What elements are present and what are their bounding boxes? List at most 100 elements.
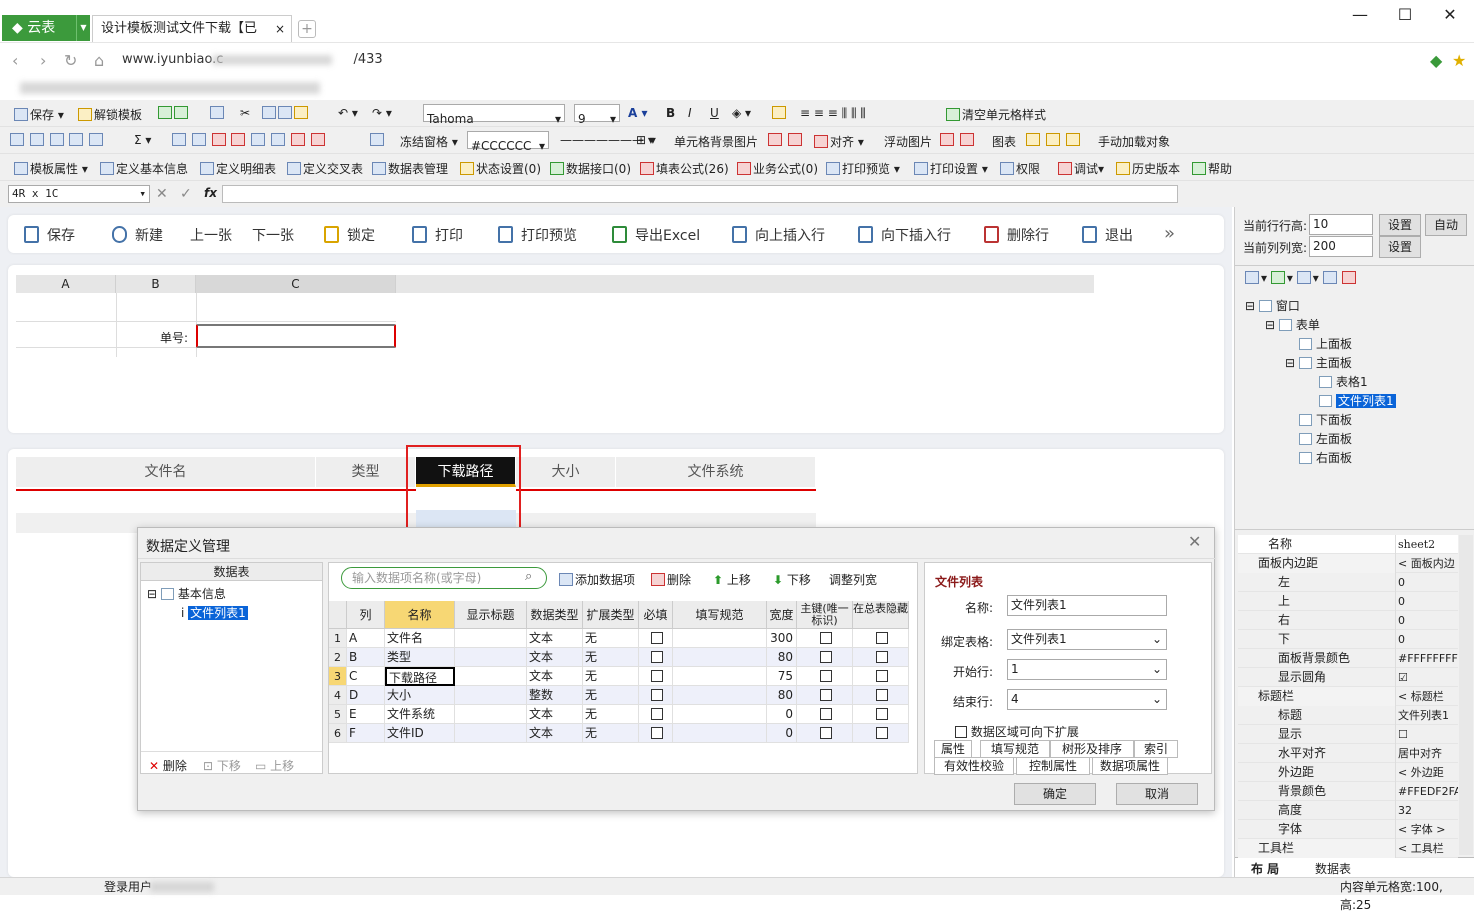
layout-tool-icons[interactable]: ▾ ▾ ▾ <box>1245 271 1358 285</box>
checkbox[interactable] <box>875 632 888 644</box>
order-number-input[interactable] <box>196 324 396 348</box>
col-header-b[interactable]: B <box>116 275 196 293</box>
function-icon[interactable]: fx <box>204 186 217 200</box>
grid-header-cell[interactable]: 在总表隐藏 <box>853 601 909 629</box>
redo-icon[interactable]: ↷ ▾ <box>372 106 392 120</box>
define-cross-button[interactable]: 定义交叉表 <box>287 160 363 177</box>
add-item-button[interactable]: 添加数据项 <box>559 571 635 588</box>
file-name-header[interactable]: 文件名 <box>16 457 316 487</box>
business-formula-button[interactable]: 业务公式(0) <box>737 160 818 177</box>
property-value[interactable]: < 面板内边 <box>1398 554 1458 573</box>
manual-load-button[interactable]: 手动加载对象 <box>1098 133 1170 150</box>
grid-cell[interactable]: 300 <box>767 629 797 648</box>
property-value[interactable]: ☐ <box>1398 725 1458 744</box>
grid-cell[interactable] <box>639 724 673 743</box>
grid-cell[interactable]: 类型 <box>385 648 455 667</box>
italic-icon[interactable]: I <box>688 106 692 120</box>
grid-cell[interactable] <box>797 705 853 724</box>
bind-table-select[interactable]: 文件列表1 ⌄ <box>1007 629 1167 650</box>
template-props-button[interactable]: 模板属性 ▾ <box>14 160 88 177</box>
auto-button[interactable]: 自动 <box>1425 214 1467 236</box>
property-tab[interactable]: 属性 <box>934 740 972 758</box>
tree-item-top-panel[interactable]: 上面板 <box>1299 335 1352 352</box>
grid-cell[interactable]: 无 <box>583 667 639 686</box>
insert-row-above-button[interactable]: 向上插入行 <box>732 225 825 245</box>
font-size-select[interactable]: 9 ▾ <box>574 104 620 126</box>
col-header-a[interactable]: A <box>16 275 116 293</box>
row-height-input[interactable]: 10 <box>1309 214 1373 235</box>
tree-basic-info[interactable]: ⊟ 基本信息 <box>147 585 226 602</box>
grid-cell[interactable]: 文件ID <box>385 724 455 743</box>
insert-row-below-button[interactable]: 向下插入行 <box>858 225 951 245</box>
chevron-down-icon[interactable]: ▼ <box>76 15 90 41</box>
checkbox[interactable] <box>875 708 888 720</box>
grid-cell[interactable]: F <box>347 724 385 743</box>
unlock-template-button[interactable]: 解锁模板 <box>78 106 142 123</box>
home-icon[interactable]: ⌂ <box>94 51 104 70</box>
define-detail-button[interactable]: 定义明细表 <box>200 160 276 177</box>
font-color-icon[interactable]: A ▾ <box>628 106 648 120</box>
property-row[interactable]: 面板内边距 < 面板内边 <box>1238 554 1458 573</box>
property-row[interactable]: 下0 <box>1238 630 1458 649</box>
grid-cell[interactable]: 无 <box>583 648 639 667</box>
reload-icon[interactable]: ↻ <box>64 51 77 70</box>
property-tab[interactable]: 数据项属性 <box>1092 757 1168 775</box>
grid-cell[interactable]: 文本 <box>527 724 583 743</box>
float-image-button[interactable]: 浮动图片 <box>884 133 932 150</box>
grid-cell[interactable]: 2 <box>329 648 347 667</box>
cell-reference[interactable]: 4R x 1C ▾ <box>8 185 150 203</box>
grid-cell[interactable] <box>797 648 853 667</box>
scrollbar[interactable] <box>1459 535 1473 855</box>
brand-button[interactable]: ◆ 云表 ▼ <box>2 15 90 41</box>
tree-item-main-panel[interactable]: ⊟ 主面板 <box>1285 354 1352 371</box>
grid-header-cell[interactable]: 列 <box>347 601 385 629</box>
set-row-height-button[interactable]: 设置 <box>1379 214 1421 236</box>
size-header[interactable]: 大小 <box>516 457 616 487</box>
maximize-icon[interactable]: ☐ <box>1385 4 1425 26</box>
property-value[interactable]: < 工具栏 <box>1398 839 1458 858</box>
grid-cell[interactable] <box>639 648 673 667</box>
property-row[interactable]: 外边距 < 外边距 <box>1238 763 1458 782</box>
search-icon[interactable]: ⌕ <box>525 569 532 584</box>
grid-header-cell[interactable]: 扩展类型 <box>583 601 639 629</box>
fill-formula-button[interactable]: 填表公式(26) <box>640 160 729 177</box>
save-button[interactable]: 保存 ▾ <box>14 106 64 123</box>
extension-icon[interactable]: ◆ <box>1430 51 1442 70</box>
checkbox[interactable] <box>650 632 663 644</box>
tree-item-right-panel[interactable]: 右面板 <box>1299 449 1352 466</box>
chart-button[interactable]: 图表 <box>992 133 1016 150</box>
move-up-table-button[interactable]: ▭ 上移 <box>255 757 294 774</box>
tree-item-window[interactable]: ⊟ 窗口 <box>1245 297 1300 314</box>
grid-cell[interactable]: 文本 <box>527 648 583 667</box>
grid-cell[interactable] <box>639 667 673 686</box>
adjust-width-button[interactable]: 调整列宽 <box>829 571 877 588</box>
grid-cell[interactable]: C <box>347 667 385 686</box>
star-icon[interactable]: ★ <box>1452 51 1466 70</box>
define-basic-button[interactable]: 定义基本信息 <box>100 160 188 177</box>
grid-cell[interactable] <box>455 667 527 686</box>
font-select[interactable]: Tahoma ▾ <box>423 104 565 126</box>
chart-icons[interactable] <box>1026 133 1082 147</box>
grid-cell[interactable]: 5 <box>329 705 347 724</box>
prev-button[interactable]: 上一张 <box>190 225 232 245</box>
checkbox[interactable] <box>650 727 663 739</box>
freeze-panes-button[interactable]: 冻结窗格 ▾ <box>400 133 458 150</box>
property-row[interactable]: 标题 文件列表1 <box>1238 706 1458 725</box>
close-window-icon[interactable]: ✕ <box>1430 4 1470 26</box>
grid-cell[interactable]: 3 <box>329 667 347 686</box>
property-row[interactable]: 字体 < 字体 > <box>1238 820 1458 839</box>
checkbox[interactable] <box>650 689 663 701</box>
grid-cell[interactable] <box>673 648 767 667</box>
close-tab-icon[interactable]: × <box>275 16 285 42</box>
property-row[interactable]: 上0 <box>1238 592 1458 611</box>
checkbox[interactable] <box>819 689 832 701</box>
property-row[interactable]: 显示圆角 ☑ <box>1238 668 1458 687</box>
property-row[interactable]: 左0 <box>1238 573 1458 592</box>
cancel-button[interactable]: 取消 <box>1116 783 1198 805</box>
grid-cell[interactable] <box>639 705 673 724</box>
checkbox[interactable] <box>650 651 663 663</box>
property-row[interactable]: 右0 <box>1238 611 1458 630</box>
grid-cell[interactable]: 文本 <box>527 705 583 724</box>
type-header[interactable]: 类型 <box>316 457 416 487</box>
tree-item-form[interactable]: ⊟ 表单 <box>1265 316 1320 333</box>
